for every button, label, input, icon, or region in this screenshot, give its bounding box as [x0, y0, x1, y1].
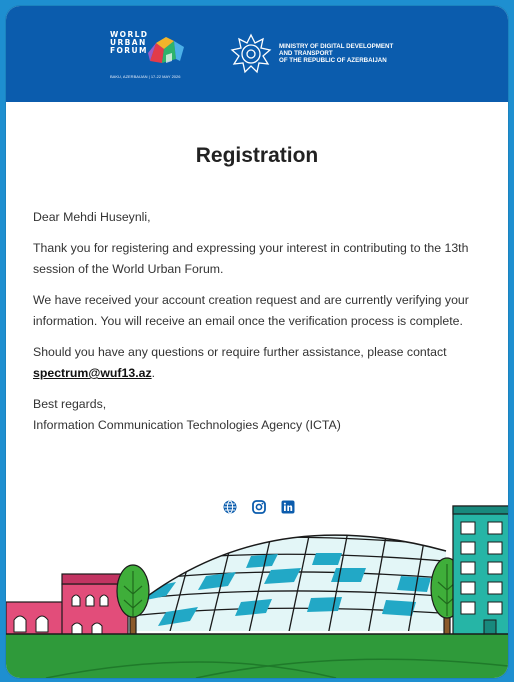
social-links [6, 500, 508, 520]
paragraph-thanks: Thank you for registering and expressing… [33, 241, 469, 276]
ministry-line3: OF THE REPUBLIC OF AZERBAIJAN [279, 57, 387, 64]
wuf-logo: WORLD URBAN FORUM BAKU, AZERBAIJAN | 17-… [110, 31, 184, 79]
wuf-emblem-icon [148, 37, 184, 63]
greeting: Dear Mehdi Huseynli, [33, 210, 151, 224]
paragraph-verification: We have received your account creation r… [33, 293, 469, 328]
instagram-icon[interactable] [252, 500, 266, 519]
ministry-line2: AND TRANSPORT [279, 50, 333, 57]
contact-email-link[interactable]: spectrum@wuf13.az [33, 366, 152, 380]
wuf-logo-line3: FORUM [110, 46, 148, 55]
signoff: Best regards, [33, 397, 107, 411]
ministry-emblem-icon [230, 33, 272, 74]
ministry-name: MINISTRY OF DIGITAL DEVELOPMENT AND TRAN… [279, 43, 393, 64]
email-card: WORLD URBAN FORUM BAKU, AZERBAIJAN | 17-… [6, 6, 508, 678]
paragraph-contact: Should you have any questions or require… [33, 342, 493, 384]
contact-suffix: . [151, 366, 156, 380]
stadium-illustration [6, 505, 508, 678]
wuf-logo-subtitle: BAKU, AZERBAIJAN | 17-22 MAY 2026 [110, 74, 181, 79]
email-body: Dear Mehdi Huseynli, Thank you for regis… [33, 207, 493, 436]
globe-icon[interactable] [223, 500, 237, 519]
page-title: Registration [195, 144, 319, 167]
ministry-line1: MINISTRY OF DIGITAL DEVELOPMENT [279, 43, 394, 50]
signature: Information Communication Technologies A… [33, 418, 341, 432]
linkedin-icon[interactable] [281, 500, 295, 519]
signoff-block: Best regards, Information Communication … [33, 394, 493, 436]
email-header: WORLD URBAN FORUM BAKU, AZERBAIJAN | 17-… [6, 6, 508, 102]
contact-text: Should you have any questions or require… [33, 345, 447, 359]
